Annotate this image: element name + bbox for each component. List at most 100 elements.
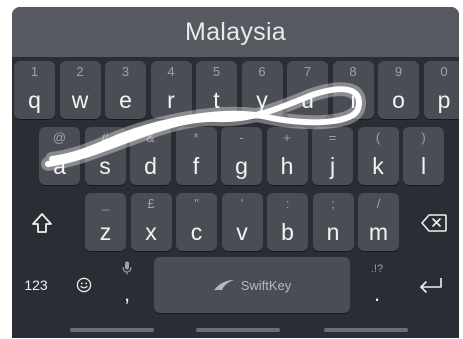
key-o[interactable]: 9o xyxy=(378,61,419,119)
key-label: k xyxy=(372,153,384,179)
key-label: f xyxy=(192,153,200,179)
key-i[interactable]: 8i xyxy=(332,61,374,119)
key-r[interactable]: 4r xyxy=(150,61,192,119)
key-label: b xyxy=(281,219,294,245)
key-d[interactable]: & d xyxy=(130,127,171,185)
key-label: i xyxy=(350,87,356,113)
key-hint: - xyxy=(239,130,244,145)
nav-indicator-left xyxy=(70,328,154,332)
period-hint: .!? xyxy=(370,263,384,275)
key-hint: : xyxy=(285,196,290,211)
keyboard: Malaysia 1 q 2 w 3 e 4 r 5 t 6 y 7 u 8 i 9 o 0 p @ a # s & d * f - g +… xyxy=(12,7,459,338)
numbers-key[interactable]: 123 xyxy=(16,265,56,305)
key-label: j xyxy=(329,153,336,179)
key-hint: ' xyxy=(240,196,244,211)
key-label: p xyxy=(437,87,451,113)
key-y[interactable]: 6y xyxy=(241,61,283,119)
key-h[interactable]: + h xyxy=(266,127,308,185)
key-label: u xyxy=(301,87,314,113)
key-hint: £ xyxy=(147,196,155,211)
key-s[interactable]: # s xyxy=(84,127,126,185)
key-label: s xyxy=(99,153,111,179)
prediction-bar[interactable]: Malaysia xyxy=(12,7,459,57)
key-b[interactable]: :b xyxy=(267,193,308,251)
key-u[interactable]: 7u xyxy=(287,61,328,119)
prediction-word[interactable]: Malaysia xyxy=(185,18,286,47)
key-g[interactable]: -g xyxy=(221,127,262,185)
key-a[interactable]: @ a xyxy=(39,127,80,185)
key-k[interactable]: (k xyxy=(357,127,399,185)
key-hint: 8 xyxy=(349,64,357,79)
key-hint: & xyxy=(146,130,155,145)
key-p[interactable]: 0p xyxy=(423,61,459,119)
key-hint: * xyxy=(193,130,199,145)
shift-key[interactable] xyxy=(20,195,64,251)
key-hint: + xyxy=(283,130,291,145)
key-label: z xyxy=(99,219,112,245)
backspace-key[interactable] xyxy=(414,195,454,251)
key-w[interactable]: 2w xyxy=(59,61,101,119)
key-f[interactable]: * f xyxy=(175,127,217,185)
key-hint: 4 xyxy=(167,64,175,79)
key-hint: # xyxy=(101,130,109,145)
key-label: m xyxy=(368,219,389,245)
key-label: q xyxy=(28,87,41,113)
key-m[interactable]: / m xyxy=(358,193,399,251)
key-hint: 2 xyxy=(76,64,84,79)
key-label: e xyxy=(119,87,132,113)
key-hint: 6 xyxy=(258,64,266,79)
key-hint: ; xyxy=(331,196,335,211)
period-label: . xyxy=(373,281,381,306)
emoji-icon xyxy=(76,277,92,293)
key-hint: " xyxy=(194,196,199,211)
nav-indicator-right xyxy=(324,328,408,332)
enter-key[interactable] xyxy=(410,265,452,305)
comma-label: , xyxy=(123,281,131,306)
key-hint: @ xyxy=(52,130,67,145)
key-label: x xyxy=(145,219,157,245)
shift-icon xyxy=(32,213,52,233)
key-j[interactable]: = j xyxy=(312,127,353,185)
key-label: y xyxy=(256,87,268,113)
key-hint: 9 xyxy=(394,64,403,79)
key-q[interactable]: 1q xyxy=(14,61,55,119)
period-key[interactable]: .!? . xyxy=(362,259,392,313)
key-label: r xyxy=(167,87,175,113)
key-z[interactable]: _ z xyxy=(85,193,126,251)
key-l[interactable]: ) l xyxy=(403,127,444,185)
key-hint: ) xyxy=(421,130,426,145)
key-label: c xyxy=(190,219,203,245)
comma-key[interactable]: , xyxy=(112,259,142,313)
key-label: l xyxy=(420,153,427,179)
backspace-icon xyxy=(421,214,447,232)
swiftkey-logo-icon xyxy=(213,280,234,290)
key-n[interactable]: ; n xyxy=(312,193,354,251)
space-key-label: SwiftKey xyxy=(240,277,292,293)
numbers-key-label: 123 xyxy=(24,277,48,293)
nav-indicator-center xyxy=(196,328,280,332)
key-label: v xyxy=(236,219,248,245)
key-v[interactable]: ' v xyxy=(221,193,263,251)
microphone-icon xyxy=(122,261,132,275)
key-label: o xyxy=(392,87,405,113)
key-label: w xyxy=(71,87,89,113)
key-hint: ( xyxy=(375,130,381,145)
key-c[interactable]: " c xyxy=(176,193,217,251)
key-hint: 5 xyxy=(212,64,221,79)
key-label: a xyxy=(53,153,66,179)
key-hint: _ xyxy=(101,196,110,211)
key-hint: 3 xyxy=(121,64,130,79)
space-key[interactable]: SwiftKey xyxy=(154,257,350,313)
emoji-key[interactable] xyxy=(67,265,101,305)
key-label: g xyxy=(235,153,248,179)
key-x[interactable]: £ x xyxy=(130,193,172,251)
key-label: d xyxy=(144,153,157,179)
key-hint: = xyxy=(328,130,337,145)
key-e[interactable]: 3e xyxy=(105,61,146,119)
key-label: n xyxy=(326,219,340,245)
enter-icon xyxy=(420,278,442,293)
key-hint: / xyxy=(376,196,381,211)
key-t[interactable]: 5t xyxy=(196,61,237,119)
key-hint: 0 xyxy=(440,64,448,79)
key-label: t xyxy=(213,87,220,113)
